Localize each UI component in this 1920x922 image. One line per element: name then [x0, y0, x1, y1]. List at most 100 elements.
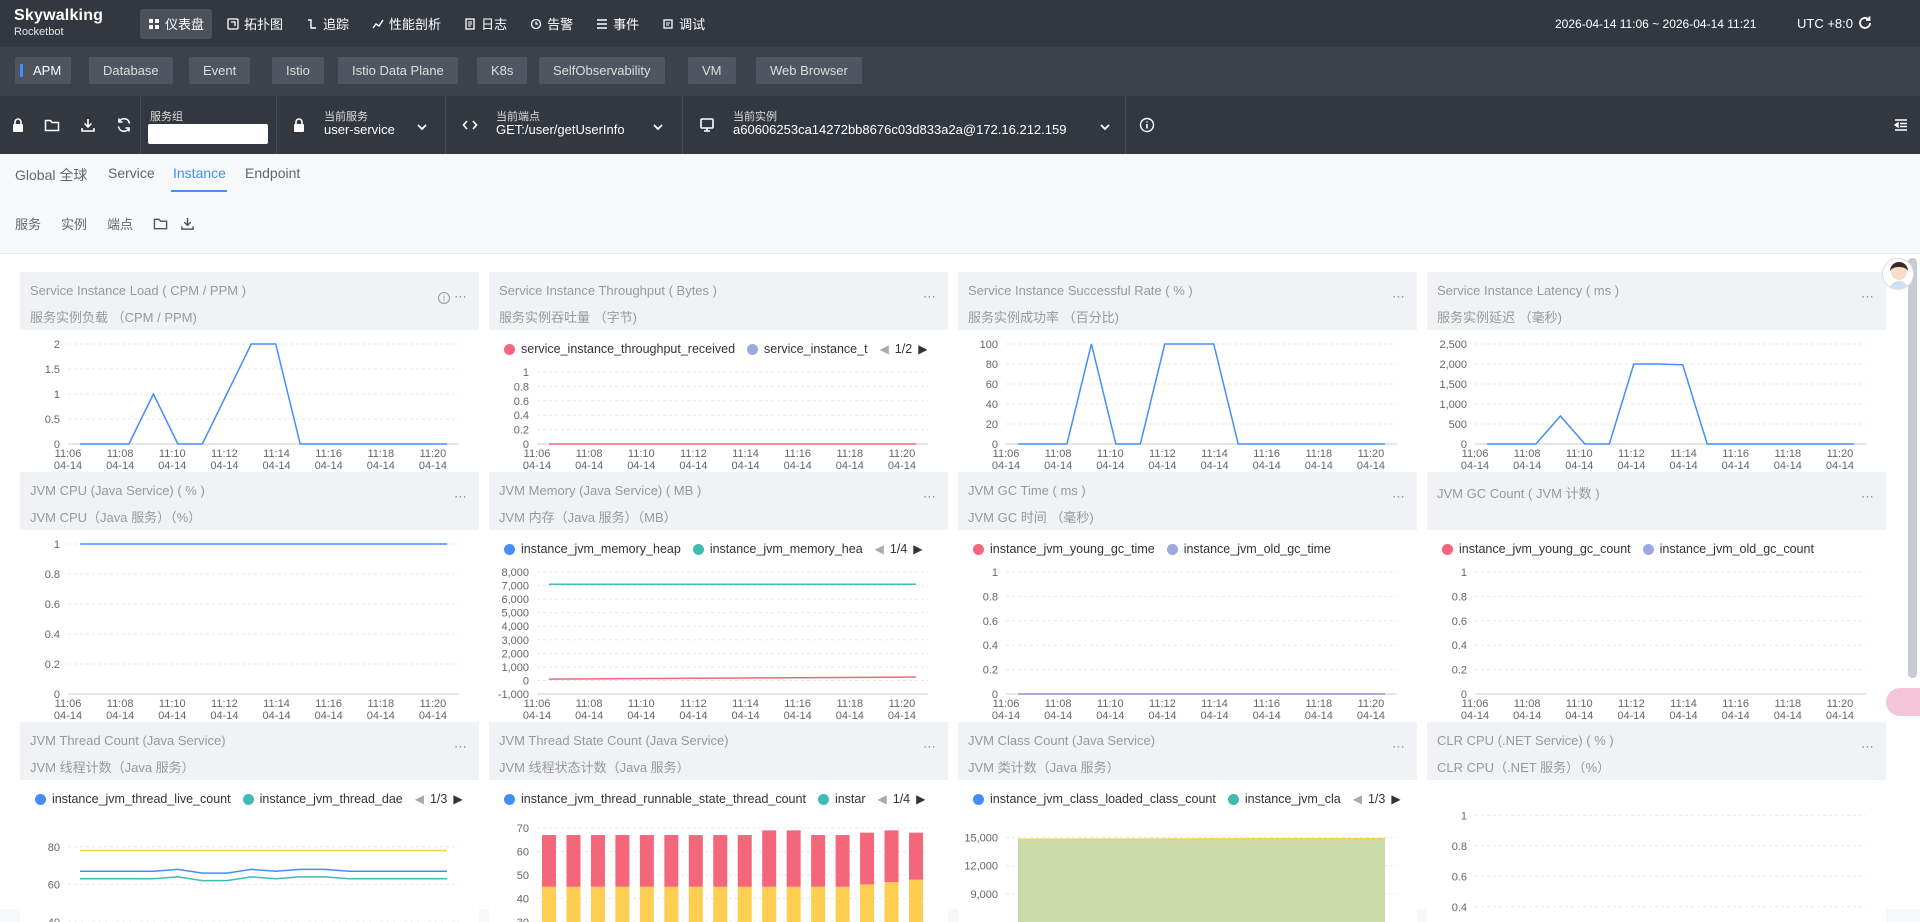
legend-item[interactable]: instar: [817, 792, 866, 806]
bar-other[interactable]: [590, 835, 605, 887]
sync-icon[interactable]: [116, 117, 132, 133]
folder-icon[interactable]: [44, 117, 60, 133]
legend-item[interactable]: instance_jvm_thread_runnable_state_threa…: [504, 792, 806, 806]
sub-tab-instance[interactable]: 实例: [61, 214, 87, 233]
bar-other[interactable]: [566, 835, 581, 887]
sub-tab-service[interactable]: 服务: [15, 214, 41, 233]
legend-item[interactable]: instance_jvm_young_gc_count: [1442, 542, 1631, 556]
bar-runnable[interactable]: [615, 886, 630, 922]
nav-item-1[interactable]: 拓扑图: [219, 9, 291, 39]
bar-runnable[interactable]: [884, 882, 899, 922]
legend-item[interactable]: instance_jvm_cla: [1227, 792, 1341, 806]
bar-runnable[interactable]: [566, 886, 581, 922]
layer-tab-k8s[interactable]: K8s: [477, 57, 528, 84]
legend-item[interactable]: service_instance_t: [747, 342, 868, 356]
chevron-down-icon[interactable]: [416, 121, 428, 133]
legend-next-icon[interactable]: ▶: [1391, 792, 1400, 806]
legend-prev-icon[interactable]: ◀: [415, 792, 424, 806]
lock-icon[interactable]: [10, 117, 26, 133]
legend-item[interactable]: instance_jvm_memory_heap: [504, 542, 681, 556]
layer-tab-database[interactable]: Database: [89, 57, 173, 84]
nav-item-4[interactable]: 日志: [456, 9, 515, 39]
bar-runnable[interactable]: [542, 886, 556, 922]
series-line[interactable]: [80, 876, 447, 882]
tab-service[interactable]: Service: [108, 165, 155, 181]
bar-other[interactable]: [835, 835, 850, 887]
avatar[interactable]: [1882, 258, 1914, 290]
current-endpoint-select[interactable]: GET:/user/getUserInfo: [496, 122, 625, 137]
bar-other[interactable]: [688, 835, 703, 887]
layer-tab-apm[interactable]: APM: [15, 57, 72, 84]
legend-prev-icon[interactable]: ◀: [1353, 792, 1362, 806]
bar-other[interactable]: [615, 835, 630, 887]
menu-fold-icon[interactable]: [1893, 117, 1909, 133]
info-icon[interactable]: i: [438, 291, 450, 304]
series-line[interactable]: [548, 676, 917, 680]
download-icon[interactable]: [80, 117, 96, 133]
bar-runnable[interactable]: [786, 886, 801, 922]
bar-runnable[interactable]: [762, 886, 777, 922]
timezone[interactable]: UTC +8:0: [1797, 16, 1853, 31]
bar-runnable[interactable]: [860, 884, 875, 922]
legend-item[interactable]: service_instance_throughput_received: [504, 342, 735, 356]
nav-item-0[interactable]: 仪表盘: [140, 8, 213, 39]
more-icon[interactable]: ⋯: [1861, 739, 1874, 754]
legend-item[interactable]: instance_jvm_class_loaded_class_count: [973, 792, 1216, 806]
tab-endpoint[interactable]: Endpoint: [245, 165, 300, 181]
more-icon[interactable]: ⋯: [1392, 739, 1405, 754]
more-icon[interactable]: ⋯: [454, 489, 467, 504]
legend-prev-icon[interactable]: ◀: [875, 542, 884, 556]
folder-icon[interactable]: [153, 216, 168, 231]
bar-other[interactable]: [860, 832, 875, 885]
download-icon[interactable]: [180, 216, 195, 231]
bar-runnable[interactable]: [713, 886, 728, 922]
assistant-fab[interactable]: [1886, 688, 1920, 716]
bar-other[interactable]: [737, 835, 752, 887]
bar-other[interactable]: [664, 835, 679, 887]
nav-item-5[interactable]: 告警: [522, 9, 581, 39]
layer-tab-vm[interactable]: VM: [688, 57, 736, 84]
scrollbar[interactable]: [1908, 258, 1917, 678]
service-group-input[interactable]: [148, 124, 268, 144]
chevron-down-icon[interactable]: [652, 121, 664, 133]
chevron-down-icon[interactable]: [1099, 121, 1111, 133]
bar-other[interactable]: [786, 830, 801, 887]
more-icon[interactable]: ⋯: [923, 739, 936, 754]
legend-item[interactable]: instance_jvm_young_gc_time: [973, 542, 1155, 556]
layer-tab-istio[interactable]: Istio: [272, 57, 324, 84]
current-service-select[interactable]: user-service: [324, 122, 395, 137]
bar-runnable[interactable]: [590, 886, 605, 922]
nav-item-2[interactable]: 追踪: [298, 9, 357, 39]
sub-tab-endpoint[interactable]: 端点: [107, 214, 133, 233]
legend-item[interactable]: instance_jvm_thread_dae: [242, 792, 403, 806]
nav-item-6[interactable]: 事件: [588, 9, 647, 39]
tab-instance[interactable]: Instance: [173, 165, 226, 181]
more-icon[interactable]: ⋯: [1861, 489, 1874, 504]
bar-other[interactable]: [884, 830, 899, 883]
layer-tab-event[interactable]: Event: [189, 57, 251, 84]
series-line[interactable]: [1018, 343, 1385, 445]
more-icon[interactable]: ⋯: [1861, 289, 1874, 304]
legend-prev-icon[interactable]: ◀: [878, 792, 887, 806]
bar-other[interactable]: [909, 832, 923, 880]
legend-item[interactable]: instance_jvm_old_gc_time: [1166, 542, 1331, 556]
bar-other[interactable]: [762, 830, 777, 887]
bar-runnable[interactable]: [909, 879, 923, 922]
info-icon[interactable]: [1139, 117, 1155, 133]
tab-global[interactable]: Global 全球: [15, 165, 87, 185]
legend-next-icon[interactable]: ▶: [918, 342, 927, 356]
more-icon[interactable]: ⋯: [1392, 489, 1405, 504]
time-range[interactable]: 2026-04-14 11:06 ~ 2026-04-14 11:21: [1555, 17, 1756, 31]
legend-item[interactable]: instance_jvm_old_gc_count: [1642, 542, 1814, 556]
bar-runnable[interactable]: [835, 886, 850, 922]
legend-item[interactable]: instance_jvm_thread_live_count: [35, 792, 231, 806]
area-line[interactable]: [1018, 837, 1385, 841]
layer-tab-web-browser[interactable]: Web Browser: [756, 57, 862, 84]
legend-next-icon[interactable]: ▶: [913, 542, 922, 556]
legend-prev-icon[interactable]: ◀: [880, 342, 889, 356]
current-instance-select[interactable]: a60606253ca14272bb8676c03d833a2a@172.16.…: [733, 122, 1066, 137]
more-icon[interactable]: ⋯: [923, 289, 936, 304]
refresh-icon[interactable]: [1857, 15, 1873, 31]
bar-other[interactable]: [639, 835, 654, 887]
more-icon[interactable]: ⋯: [454, 739, 467, 754]
